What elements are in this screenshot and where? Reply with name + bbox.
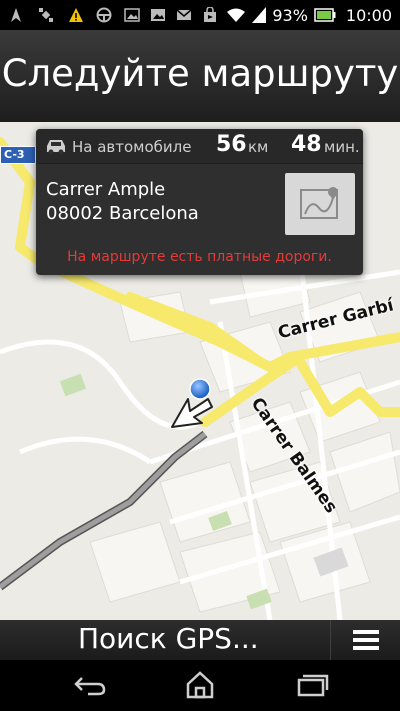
map-icon xyxy=(300,187,338,219)
home-icon[interactable] xyxy=(180,670,220,700)
image-icon xyxy=(124,8,140,22)
destination-city: 08002 Barcelona xyxy=(46,203,199,224)
menu-button[interactable] xyxy=(330,620,400,660)
route-summary-card[interactable]: На автомобиле 56 км 48 мин. Carrer Ample… xyxy=(36,129,363,275)
signal-icon xyxy=(252,7,267,23)
satellite-icon xyxy=(39,8,53,22)
bottom-status-bar: Поиск GPS... xyxy=(0,620,400,660)
system-navigation-bar xyxy=(0,660,400,711)
wifi-icon xyxy=(227,8,246,22)
destination-street: Carrer Ample xyxy=(46,179,166,200)
road-shield-label: C-3 xyxy=(4,148,25,161)
travel-mode-label: На автомобиле xyxy=(72,138,192,156)
warning-icon xyxy=(69,8,83,22)
toll-roads-warning: На маршруте есть платные дороги. xyxy=(67,249,332,265)
route-card-header: На автомобиле 56 км 48 мин. xyxy=(36,129,363,164)
recents-icon[interactable] xyxy=(292,670,332,700)
back-icon[interactable] xyxy=(70,670,110,700)
status-bar: 93% 10:00 xyxy=(0,0,400,30)
steering-wheel-icon xyxy=(96,7,112,23)
navigation-arrow-icon xyxy=(171,398,213,428)
route-preview-button[interactable] xyxy=(285,173,355,235)
distance-value: 56 xyxy=(216,132,247,157)
status-right: 93% 10:00 xyxy=(226,5,392,25)
car-icon xyxy=(47,140,65,155)
battery-percent: 93% xyxy=(272,5,308,25)
time-value: 48 xyxy=(291,132,322,157)
distance-unit: км xyxy=(248,138,269,156)
menu-icon xyxy=(353,630,379,650)
clock: 10:00 xyxy=(345,5,392,25)
navigation-notification-icon xyxy=(11,8,21,22)
page-title: Следуйте маршруту xyxy=(1,52,399,95)
gps-status-text: Поиск GPS... xyxy=(78,622,259,655)
photo-icon xyxy=(151,9,165,21)
time-unit: мин. xyxy=(324,138,360,156)
battery-icon xyxy=(314,8,336,22)
title-bar: Следуйте маршруту xyxy=(0,30,400,122)
gmail-icon xyxy=(176,9,192,20)
shopping-bag-icon xyxy=(204,7,216,22)
road-shield: C-3 xyxy=(0,146,36,164)
